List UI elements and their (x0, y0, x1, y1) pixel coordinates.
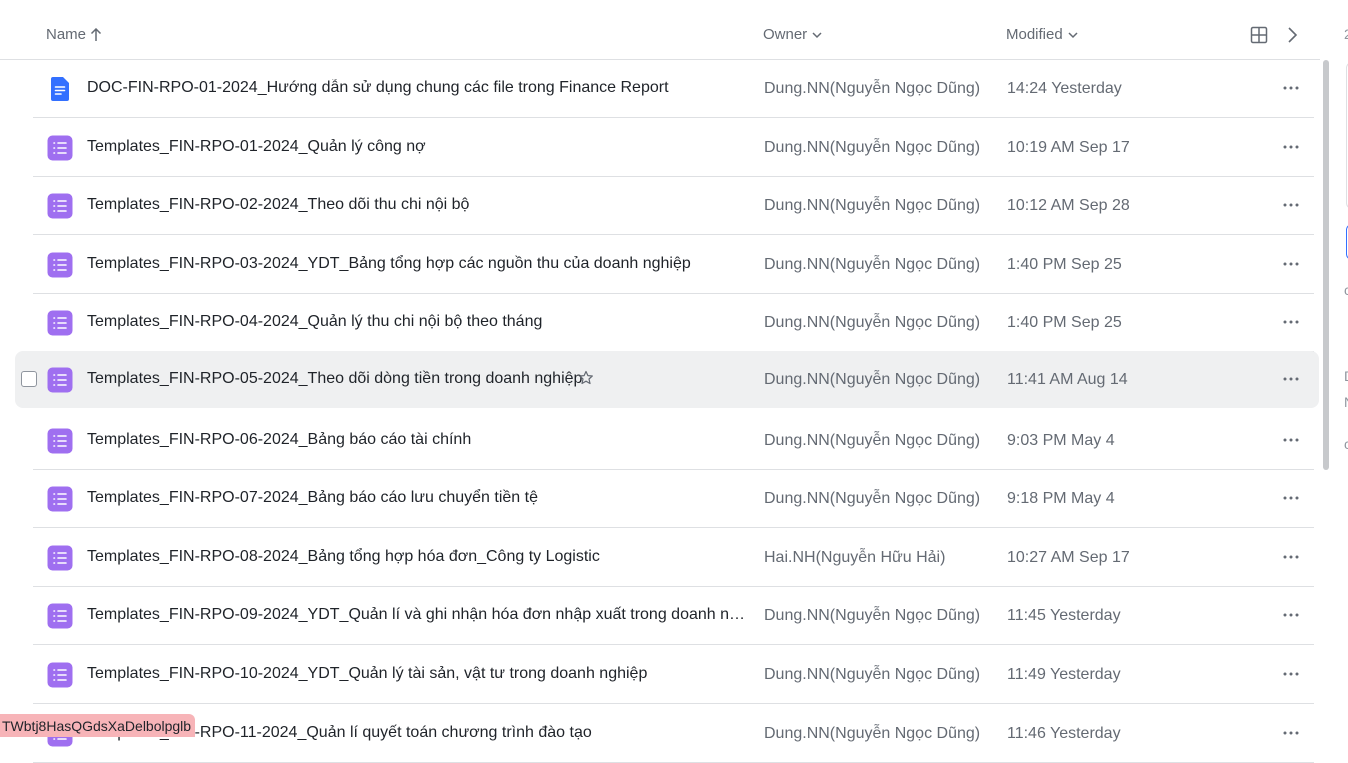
file-modified: 11:45 Yesterday (1007, 607, 1121, 625)
base-file-icon (47, 486, 73, 512)
file-owner[interactable]: Dung.NN(Nguyễn Ngọc Dũng) (764, 80, 980, 98)
more-options-icon[interactable] (1279, 664, 1303, 684)
owner-column-label: Owner (763, 26, 808, 43)
more-options-icon[interactable] (1279, 195, 1303, 215)
star-icon[interactable] (578, 370, 594, 391)
file-row[interactable]: Templates_FIN-RPO-03-2024_YDT_Bảng tổng … (15, 236, 1319, 294)
file-row[interactable]: Templates_FIN-RPO-09-2024_YDT_Quản lí và… (15, 587, 1319, 646)
file-row[interactable]: Templates_FIN-RPO-11-2024_Quản lí quyết … (15, 705, 1319, 763)
chevron-down-icon (1067, 29, 1079, 41)
file-name[interactable]: Templates_FIN-RPO-08-2024_Bảng tổng hợp … (87, 548, 600, 566)
base-file-icon (47, 193, 73, 219)
file-owner[interactable]: Dung.NN(Nguyễn Ngọc Dũng) (764, 607, 980, 625)
base-file-icon (47, 367, 73, 393)
base-file-icon (47, 603, 73, 629)
file-row[interactable]: DOC-FIN-RPO-01-2024_Hướng dẫn sử dụng ch… (15, 60, 1319, 118)
file-owner[interactable]: Hai.NH(Nguyễn Hữu Hải) (764, 549, 945, 567)
right-panel-text: c (1344, 436, 1348, 452)
file-name[interactable]: Templates_FIN-RPO-10-2024_YDT_Quản lý tà… (87, 665, 647, 683)
row-checkbox[interactable] (21, 371, 37, 387)
arrow-up-icon (90, 27, 102, 42)
modified-column-label: Modified (1006, 26, 1063, 43)
file-row[interactable]: Templates_FIN-RPO-07-2024_Bảng báo cáo l… (15, 470, 1319, 529)
base-file-icon (47, 428, 73, 454)
file-modified: 9:03 PM May 4 (1007, 431, 1115, 449)
right-panel: 2 c D N c (1338, 0, 1348, 737)
more-options-icon[interactable] (1279, 430, 1303, 450)
file-modified: 10:12 AM Sep 28 (1007, 197, 1130, 215)
file-owner[interactable]: Dung.NN(Nguyễn Ngọc Dũng) (764, 725, 980, 743)
right-panel-text: c (1344, 282, 1348, 298)
scrollbar[interactable] (1323, 60, 1329, 470)
name-column-label: Name (46, 26, 87, 43)
file-owner[interactable]: Dung.NN(Nguyễn Ngọc Dũng) (764, 139, 980, 157)
right-panel-text: D (1344, 368, 1348, 384)
more-options-icon[interactable] (1279, 547, 1303, 567)
file-owner[interactable]: Dung.NN(Nguyễn Ngọc Dũng) (764, 490, 980, 508)
file-modified: 14:24 Yesterday (1007, 80, 1122, 97)
file-owner[interactable]: Dung.NN(Nguyễn Ngọc Dũng) (764, 197, 980, 215)
file-owner[interactable]: Dung.NN(Nguyễn Ngọc Dũng) (764, 371, 980, 389)
file-row[interactable]: Templates_FIN-RPO-06-2024_Bảng báo cáo t… (15, 412, 1319, 470)
right-panel-text: N (1344, 394, 1348, 410)
file-modified: 11:46 Yesterday (1007, 724, 1121, 742)
sort-by-name[interactable]: Name (46, 26, 102, 43)
right-panel-text: 2 (1344, 26, 1348, 42)
file-modified: 10:19 AM Sep 17 (1007, 138, 1130, 156)
file-row[interactable]: Templates_FIN-RPO-10-2024_YDT_Quản lý tà… (15, 646, 1319, 704)
modified-filter[interactable]: Modified (1006, 26, 1079, 43)
base-file-icon (47, 662, 73, 688)
file-modified: 9:18 PM May 4 (1007, 490, 1115, 508)
file-name[interactable]: Templates_FIN-RPO-01-2024_Quản lý công n… (87, 138, 426, 156)
base-file-icon (47, 135, 73, 161)
file-name[interactable]: Templates_FIN-RPO-05-2024_Theo dõi dòng … (87, 370, 582, 388)
more-options-icon[interactable] (1279, 488, 1303, 508)
grid-view-icon[interactable] (1250, 26, 1268, 49)
base-file-icon (47, 252, 73, 278)
file-row[interactable]: Templates_FIN-RPO-05-2024_Theo dõi dòng … (15, 351, 1319, 408)
more-options-icon[interactable] (1279, 312, 1303, 332)
file-row[interactable]: Templates_FIN-RPO-01-2024_Quản lý công n… (15, 119, 1319, 177)
chevron-down-icon (811, 29, 823, 41)
base-file-icon (47, 545, 73, 571)
more-options-icon[interactable] (1279, 137, 1303, 157)
token-badge: TWbtj8HasQGdsXaDelbolpglb (0, 714, 196, 737)
file-name[interactable]: Templates_FIN-RPO-09-2024_YDT_Quản lí và… (87, 606, 747, 624)
more-options-icon[interactable] (1279, 254, 1303, 274)
file-row[interactable]: Templates_FIN-RPO-04-2024_Quản lý thu ch… (15, 294, 1319, 353)
file-name[interactable]: DOC-FIN-RPO-01-2024_Hướng dẫn sử dụng ch… (87, 79, 669, 97)
file-modified: 1:40 PM Sep 25 (1007, 255, 1122, 273)
file-name[interactable]: Templates_FIN-RPO-06-2024_Bảng báo cáo t… (87, 431, 471, 449)
row-divider (33, 761, 1314, 763)
more-options-icon[interactable] (1279, 369, 1303, 389)
owner-filter[interactable]: Owner (763, 26, 823, 43)
file-owner[interactable]: Dung.NN(Nguyễn Ngọc Dũng) (764, 432, 980, 450)
file-name[interactable]: Templates_FIN-RPO-02-2024_Theo dõi thu c… (87, 196, 469, 214)
file-row[interactable]: Templates_FIN-RPO-08-2024_Bảng tổng hợp … (15, 529, 1319, 587)
file-modified: 11:49 Yesterday (1007, 666, 1121, 683)
chevron-right-icon[interactable] (1284, 26, 1300, 49)
file-owner[interactable]: Dung.NN(Nguyễn Ngọc Dũng) (764, 666, 980, 684)
list-header: Name Owner Modified (0, 0, 1320, 60)
file-owner[interactable]: Dung.NN(Nguyễn Ngọc Dũng) (764, 256, 980, 274)
file-name[interactable]: Templates_FIN-RPO-03-2024_YDT_Bảng tổng … (87, 255, 691, 273)
more-options-icon[interactable] (1279, 605, 1303, 625)
more-options-icon[interactable] (1279, 78, 1303, 98)
base-file-icon (47, 310, 73, 336)
doc-file-icon (47, 76, 73, 102)
file-name[interactable]: Templates_FIN-RPO-04-2024_Quản lý thu ch… (87, 313, 542, 331)
file-row[interactable]: Templates_FIN-RPO-02-2024_Theo dõi thu c… (15, 177, 1319, 236)
file-modified: 1:40 PM Sep 25 (1007, 314, 1122, 332)
file-modified: 10:27 AM Sep 17 (1007, 548, 1130, 566)
file-owner[interactable]: Dung.NN(Nguyễn Ngọc Dũng) (764, 314, 980, 332)
more-options-icon[interactable] (1279, 723, 1303, 743)
file-name[interactable]: Templates_FIN-RPO-07-2024_Bảng báo cáo l… (87, 489, 538, 507)
file-modified: 11:41 AM Aug 14 (1007, 371, 1128, 388)
